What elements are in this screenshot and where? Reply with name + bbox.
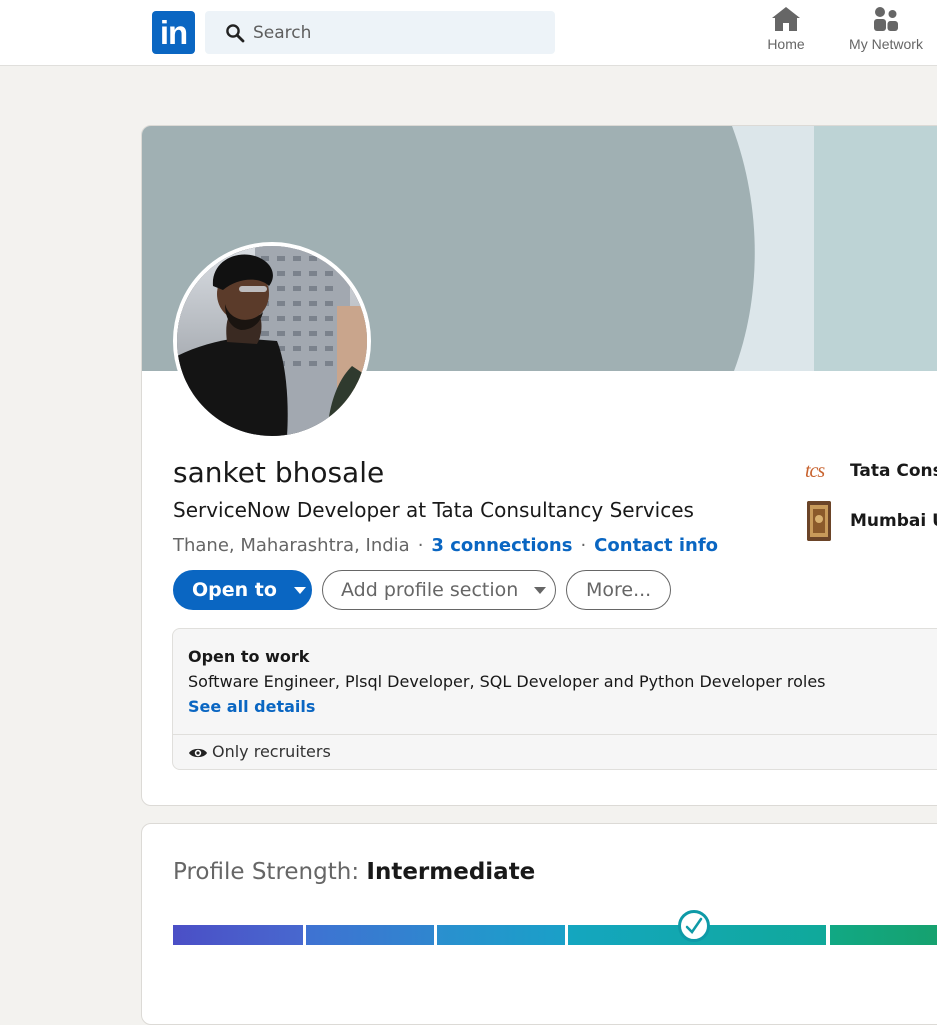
open-to-label: Open to [192,579,277,601]
tcs-logo: tcs [805,460,825,482]
strength-segment [173,925,303,945]
separator-dot: · [580,535,587,556]
visibility-label: Only recruiters [212,742,331,761]
divider [173,734,937,735]
caret-down-icon [534,586,547,594]
profile-location: Thane, Maharashtra, India [173,535,410,556]
strength-segment [437,925,565,945]
mumbai-university-logo [807,501,831,541]
network-icon [874,7,898,31]
open-to-work-box[interactable]: Open to work Software Engineer, Plsql De… [172,628,937,770]
current-company-name: Tata Consu [850,461,937,481]
visibility-setting: Only recruiters [188,742,331,761]
add-profile-section-button[interactable]: Add profile section [322,570,556,610]
eye-icon [189,748,207,757]
linkedin-logo[interactable]: in [152,11,195,54]
strength-segment [830,925,937,945]
connections-link[interactable]: 3 connections [431,535,572,556]
profile-strength-card: Profile Strength: Intermediate [141,823,937,1025]
profile-strength-title: Profile Strength: Intermediate [173,859,535,885]
caret-down-icon [293,586,306,594]
strength-segment [306,925,434,945]
contact-info-link[interactable]: Contact info [594,535,718,556]
open-to-button[interactable]: Open to [173,570,312,610]
profile-headline: ServiceNow Developer at Tata Consultancy… [173,498,694,522]
profile-meta: Thane, Maharashtra, India · 3 connections ·… [173,533,718,559]
search-icon [226,24,245,43]
school-name: Mumbai Ur [850,511,937,531]
home-icon [772,7,800,31]
search-input[interactable] [253,11,543,54]
more-label: More... [586,579,652,601]
see-all-details-link[interactable]: See all details [188,697,315,716]
profile-strength-level: Intermediate [366,859,536,885]
profile-card: sanket bhosale ServiceNow Developer at T… [141,125,937,806]
profile-photo[interactable] [173,242,371,440]
add-profile-section-label: Add profile section [341,579,519,601]
nav-home-label: Home [767,36,805,52]
strength-checkpoint-icon [678,910,710,942]
separator-dot: · [417,535,424,556]
open-to-work-title: Open to work [188,647,310,666]
profile-strength-label: Profile Strength: [173,859,360,885]
open-to-work-roles: Software Engineer, Plsql Developer, SQL … [188,672,826,691]
more-button[interactable]: More... [566,570,671,610]
nav-my-network[interactable]: My Network [838,6,934,62]
search-box[interactable] [205,11,555,54]
top-nav-bar: in Home My Network [0,0,937,66]
profile-name: sanket bhosale [173,456,385,489]
nav-network-label: My Network [849,36,923,52]
nav-home[interactable]: Home [755,6,817,62]
